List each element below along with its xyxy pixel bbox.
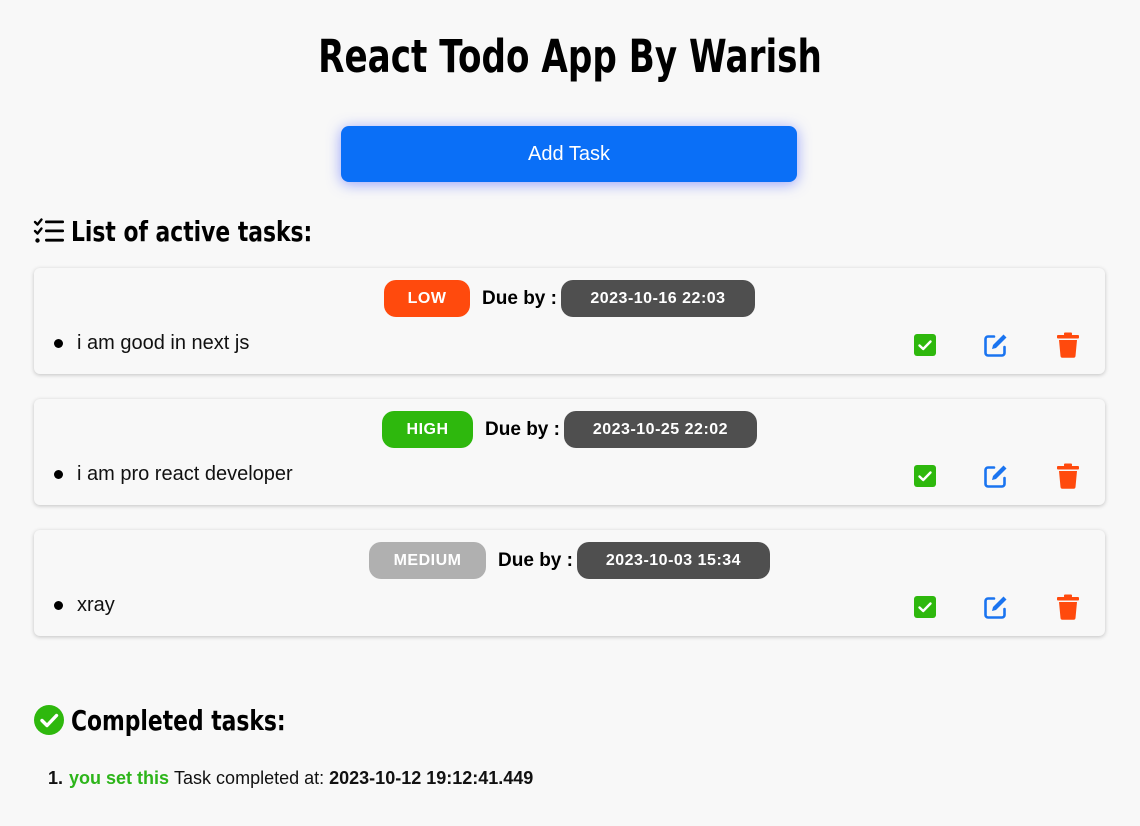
trash-icon [1057,332,1079,358]
completed-task-name: you set this [69,768,170,788]
edit-icon [984,596,1007,619]
page-title: React Todo App By Warish [318,30,822,83]
priority-badge: HIGH [382,411,474,448]
priority-badge: MEDIUM [369,542,487,579]
delete-task-button[interactable] [1055,463,1081,489]
task-card: HIGH Due by : 2023-10-25 22:02 i am pro … [34,399,1105,505]
todo-app: React Todo App By Warish Add Task List o… [0,0,1140,826]
list-check-icon [33,217,65,245]
delete-task-button[interactable] [1055,332,1081,358]
trash-icon [1057,463,1079,489]
task-card: LOW Due by : 2023-10-16 22:03 i am good … [34,268,1105,374]
completed-tasks-label: Completed tasks: [71,703,286,737]
task-text: i am pro react developer [77,463,293,485]
check-circle-icon [33,704,65,736]
checkbox-checked-icon [914,596,936,618]
edit-task-button[interactable] [983,594,1009,620]
bullet-icon [54,470,63,479]
task-text: i am good in next js [77,332,250,354]
task-item: i am pro react developer [54,463,293,486]
task-text: xray [77,594,115,616]
task-card: MEDIUM Due by : 2023-10-03 15:34 xray [34,530,1105,636]
edit-task-button[interactable] [983,463,1009,489]
complete-task-button[interactable] [912,332,938,358]
complete-task-button[interactable] [912,463,938,489]
completed-timestamp: 2023-10-12 19:12:41.449 [329,768,534,788]
checkbox-checked-icon [914,334,936,356]
due-label: Due by : [498,549,573,571]
list-number: 1. [48,768,64,788]
trash-icon [1057,594,1079,620]
edit-icon [984,465,1007,488]
bullet-icon [54,339,63,348]
due-date-badge: 2023-10-25 22:02 [563,411,757,448]
task-item: xray [54,594,115,617]
complete-task-button[interactable] [912,594,938,620]
completed-list: 1. you set this Task completed at: 2023-10… [48,768,533,789]
active-tasks-heading: List of active tasks: [33,211,380,251]
checkbox-checked-icon [914,465,936,487]
priority-badge: LOW [384,280,471,317]
delete-task-button[interactable] [1055,594,1081,620]
task-meta: MEDIUM Due by : 2023-10-03 15:34 [34,542,1105,579]
due-date-badge: 2023-10-03 15:34 [576,542,770,579]
edit-icon [984,334,1007,357]
task-item: i am good in next js [54,332,249,355]
task-meta: LOW Due by : 2023-10-16 22:03 [34,280,1105,317]
task-meta: HIGH Due by : 2023-10-25 22:02 [34,411,1105,448]
edit-task-button[interactable] [983,332,1009,358]
completed-at-label: Task completed at: [174,768,325,788]
list-item: 1. you set this Task completed at: 2023-10… [48,768,533,789]
add-task-button[interactable]: Add Task [341,126,797,182]
active-tasks-label: List of active tasks: [71,214,313,248]
due-date-badge: 2023-10-16 22:03 [560,280,755,317]
due-label: Due by : [482,287,557,309]
due-label: Due by : [485,418,560,440]
bullet-icon [54,601,63,610]
completed-tasks-heading: Completed tasks: [33,700,346,740]
